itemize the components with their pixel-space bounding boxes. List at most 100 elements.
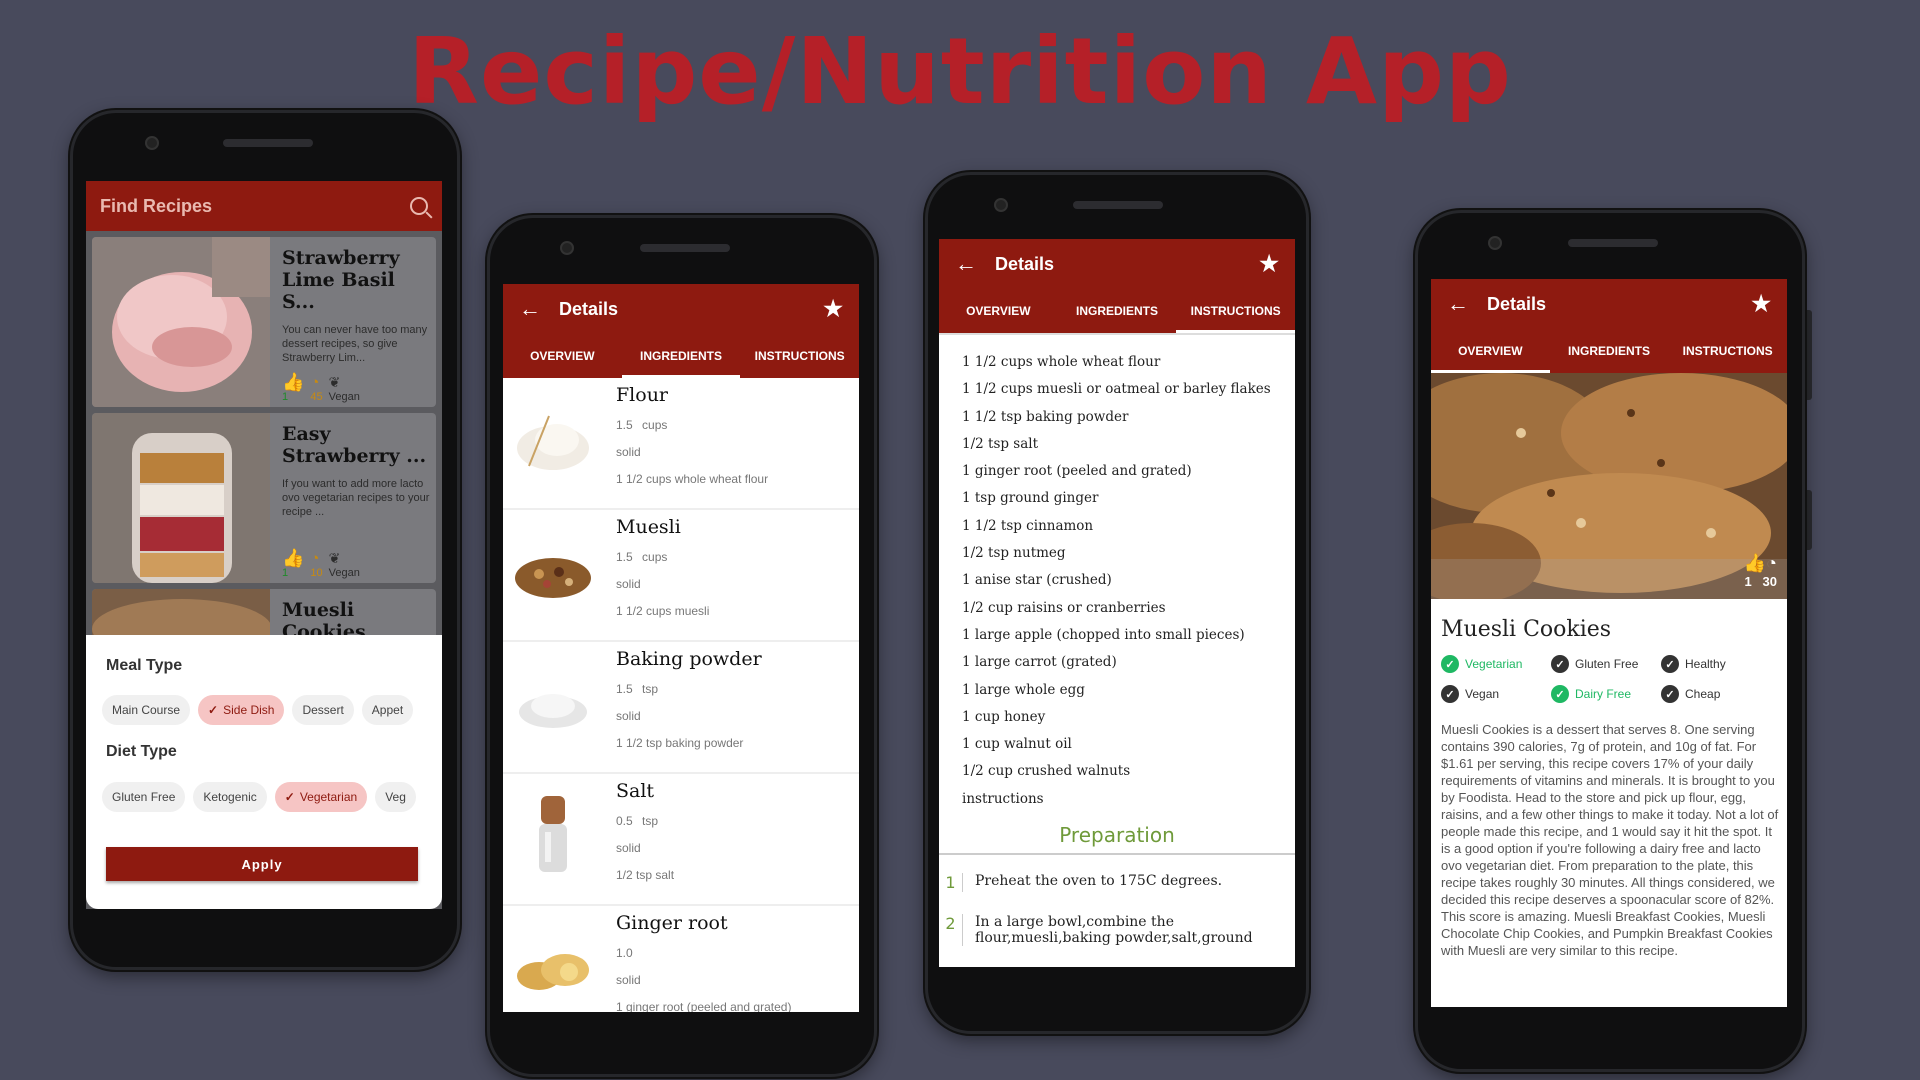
- vegan-label: Vegan: [328, 391, 360, 403]
- tab-overview[interactable]: OVERVIEW: [503, 334, 622, 378]
- back-arrow-icon[interactable]: ←: [955, 251, 995, 277]
- recipe-card[interactable]: Easy Strawberry ... If you want to add m…: [92, 413, 436, 583]
- tab-instructions[interactable]: INSTRUCTIONS: [1668, 329, 1787, 373]
- earpiece-speaker: [1568, 239, 1658, 247]
- badge-gluten-free: ✓ Gluten Free: [1551, 655, 1661, 673]
- chip-label: Vegetarian: [299, 790, 358, 804]
- overview-screen: ← Details ★ OVERVIEW INGREDIENTS INSTRUC…: [1431, 279, 1787, 1007]
- diet-type-heading: Diet Type: [106, 743, 177, 760]
- star-icon[interactable]: ★: [1751, 291, 1771, 317]
- check-circle-icon: ✓: [1551, 655, 1569, 673]
- ingredient-amount: 0.5 tsp: [616, 814, 658, 828]
- ingredient-original: 1 ginger root (peeled and grated): [616, 1000, 792, 1012]
- badge-cheap: ✓ Cheap: [1661, 685, 1771, 703]
- tab-instructions[interactable]: INSTRUCTIONS: [1176, 289, 1295, 333]
- ingredient-consistency: solid: [616, 577, 641, 591]
- ingredient-line: 1 large apple (chopped into small pieces…: [962, 626, 1245, 643]
- search-icon[interactable]: [410, 197, 428, 215]
- clock-icon: ◔: [1766, 553, 1777, 573]
- ingredient-consistency: solid: [616, 973, 641, 987]
- phone-instructions: ← Details ★ OVERVIEW INGREDIENTS INSTRUC…: [925, 172, 1309, 1034]
- ingredient-amount: 1.5 cups: [616, 418, 667, 432]
- chip-appetizer[interactable]: Appet: [361, 695, 414, 725]
- star-icon[interactable]: ★: [1259, 251, 1279, 277]
- back-arrow-icon[interactable]: ←: [519, 296, 559, 322]
- details-tabs: OVERVIEW INGREDIENTS INSTRUCTIONS: [1431, 329, 1787, 373]
- chip-vegan[interactable]: Veg: [375, 782, 416, 812]
- amount-unit: tsp: [642, 814, 659, 828]
- thumbs-up-icon: 👍: [282, 372, 305, 392]
- chip-label: Side Dish: [223, 703, 275, 717]
- chip-label: Main Course: [112, 703, 181, 717]
- recipe-title: Easy Strawberry ...: [282, 423, 427, 467]
- ingredient-line: 1 1/2 tsp cinnamon: [962, 517, 1094, 534]
- check-circle-icon: ✓: [1661, 685, 1679, 703]
- leaf-icon: ❦: [328, 550, 341, 566]
- chip-side-dish[interactable]: ✓ Side Dish: [198, 695, 285, 725]
- check-circle-icon: ✓: [1441, 685, 1459, 703]
- ingredient-image: [509, 396, 597, 484]
- back-arrow-icon[interactable]: ←: [1447, 291, 1487, 317]
- ingredient-row[interactable]: Flour 1.5 cups solid 1 1/2 cups whole wh…: [503, 378, 859, 508]
- recipe-description: If you want to add more lacto ovo vegeta…: [282, 478, 430, 518]
- tab-instructions[interactable]: INSTRUCTIONS: [740, 334, 859, 378]
- tab-ingredients[interactable]: INGREDIENTS: [1058, 289, 1177, 333]
- amount-value: 1.5: [616, 682, 633, 696]
- recipe-meta: 👍 1 ◔ 45 ❦ Vegan: [282, 373, 360, 403]
- ingredient-row[interactable]: Salt 0.5 tsp solid 1/2 tsp salt: [503, 774, 859, 904]
- hero-stats: 👍◔ 1 30: [1744, 553, 1777, 589]
- ingredient-amount: 1.5 tsp: [616, 682, 658, 696]
- front-camera: [1488, 236, 1502, 250]
- tab-overview[interactable]: OVERVIEW: [1431, 329, 1550, 373]
- chip-dessert[interactable]: Dessert: [292, 695, 354, 725]
- amount-value: 0.5: [616, 814, 633, 828]
- recipe-card[interactable]: Strawberry Lime Basil S... You can never…: [92, 237, 436, 407]
- chip-gluten-free[interactable]: Gluten Free: [102, 782, 186, 812]
- badge-vegetarian: ✓ Vegetarian: [1441, 655, 1551, 673]
- ingredient-consistency: solid: [616, 445, 641, 459]
- ingredient-row[interactable]: Muesli 1.5 cups solid 1 1/2 cups muesli: [503, 510, 859, 640]
- chip-vegetarian[interactable]: ✓ Vegetarian: [274, 782, 368, 812]
- minutes-count: 45: [310, 391, 323, 403]
- earpiece-speaker: [640, 244, 730, 252]
- apply-button[interactable]: Apply: [106, 847, 418, 881]
- ingredients-screen: ← Details ★ OVERVIEW INGREDIENTS INSTRUC…: [503, 284, 859, 1012]
- ingredient-line: 1 tsp ground ginger: [962, 490, 1099, 507]
- tab-ingredients[interactable]: INGREDIENTS: [621, 334, 741, 378]
- ingredient-consistency: solid: [616, 709, 641, 723]
- phone-find-recipes: Find Recipes Strawberry Lime Basil S... …: [70, 110, 460, 970]
- recipe-title: Muesli Cookies: [1441, 617, 1612, 642]
- ingredient-consistency: solid: [616, 841, 641, 855]
- badge-label: Gluten Free: [1575, 657, 1639, 671]
- tab-overview[interactable]: OVERVIEW: [939, 289, 1058, 333]
- ingredient-line: 1 ginger root (peeled and grated): [962, 463, 1192, 480]
- ingredient-amount: 1.0: [616, 946, 633, 960]
- ingredient-line: 1/2 cup raisins or cranberries: [962, 599, 1166, 616]
- app-title: Recipe/Nutrition App: [408, 18, 1512, 125]
- diet-type-chips: Gluten Free Ketogenic ✓ Vegetarian Veg: [102, 782, 416, 812]
- check-circle-icon: ✓: [1441, 655, 1459, 673]
- front-camera: [145, 136, 159, 150]
- chip-label: Veg: [385, 790, 406, 804]
- ingredient-row[interactable]: Ginger root 1.0 solid 1 ginger root (pee…: [503, 906, 859, 1012]
- tab-ingredients[interactable]: INGREDIENTS: [1550, 329, 1669, 373]
- check-icon: ✓: [284, 790, 295, 804]
- chip-main-course[interactable]: Main Course: [102, 695, 191, 725]
- amount-unit: tsp: [642, 682, 659, 696]
- ingredient-row[interactable]: Baking powder 1.5 tsp solid 1 1/2 tsp ba…: [503, 642, 859, 772]
- recipe-meta: 👍 1 ◔ 10 ❦ Vegan: [282, 549, 360, 579]
- check-circle-icon: ✓: [1551, 685, 1569, 703]
- ingredient-original: 1 1/2 cups whole wheat flour: [616, 472, 769, 486]
- step-number: 1: [939, 873, 963, 893]
- details-appbar: ← Details ★: [503, 284, 859, 334]
- star-icon[interactable]: ★: [823, 296, 843, 322]
- chip-ketogenic[interactable]: Ketogenic: [193, 782, 267, 812]
- find-recipes-title: Find Recipes: [100, 195, 213, 216]
- preparation-heading: Preparation: [939, 823, 1295, 856]
- ingredient-line: 1/2 tsp nutmeg: [962, 545, 1066, 562]
- recipe-description: You can never have too many dessert reci…: [282, 324, 428, 364]
- chip-label: Dessert: [302, 703, 344, 717]
- instructions-screen: ← Details ★ OVERVIEW INGREDIENTS INSTRUC…: [939, 239, 1295, 967]
- details-title: Details: [995, 253, 1055, 274]
- diet-badges: ✓ Vegetarian ✓ Gluten Free ✓ Healthy ✓ Vegan…: [1441, 655, 1781, 703]
